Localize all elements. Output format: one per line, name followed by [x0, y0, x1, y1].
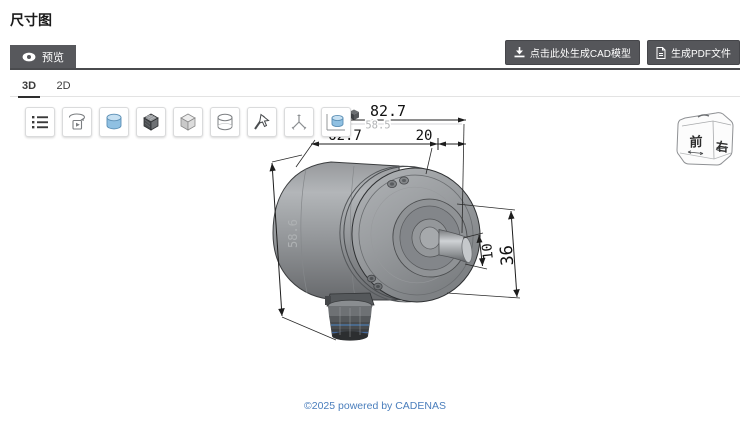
measure-pointer-icon	[251, 111, 273, 133]
turntable-animation-button[interactable]	[62, 107, 92, 137]
footer-credit-link[interactable]: ©2025 powered by CADENAS	[304, 400, 446, 412]
shaded-edges-cube-icon	[140, 111, 162, 133]
list-view-button[interactable]	[25, 107, 55, 137]
axes-button[interactable]	[284, 107, 314, 137]
list-icon	[30, 112, 50, 132]
connector-plug	[325, 293, 374, 341]
dim-shaft-length-value: 20	[416, 128, 433, 144]
generate-cad-button[interactable]: 点击此处生成CAD模型	[505, 40, 640, 65]
generate-pdf-button[interactable]: 生成PDF文件	[647, 40, 740, 65]
header-buttons: 点击此处生成CAD模型 生成PDF文件	[505, 40, 740, 65]
page-title: 尺寸图	[10, 10, 52, 30]
dim-shaft-diameter-value: 10	[479, 242, 497, 260]
view-cube[interactable]: 前 右	[672, 106, 738, 172]
solid-view-button[interactable]	[173, 107, 203, 137]
view-cube-graphic: 前 右	[672, 106, 738, 172]
generate-cad-label: 点击此处生成CAD模型	[530, 45, 631, 60]
generate-pdf-label: 生成PDF文件	[671, 45, 731, 60]
axes-icon	[288, 111, 310, 133]
cad-preview-page: 尺寸图 预览 点击此处生成CAD模型	[0, 0, 750, 436]
solid-cube-icon	[177, 111, 199, 133]
turntable-play-icon	[66, 111, 88, 133]
dim-total-length-value: 82.7	[370, 102, 406, 120]
view-cube-front-label: 前	[690, 134, 703, 150]
shaded-edges-view-button[interactable]	[136, 107, 166, 137]
shaded-cylinder-icon	[103, 111, 125, 133]
measure-button[interactable]	[247, 107, 277, 137]
footer: ©2025 powered by CADENAS	[0, 396, 750, 414]
body-diameter-label: 58.6	[286, 219, 300, 248]
eye-icon	[22, 52, 36, 62]
dimension-tabs: 3D 2D	[10, 76, 740, 97]
tab-3d[interactable]: 3D	[18, 78, 40, 98]
dimensions-view-button[interactable]	[321, 107, 351, 137]
dim-secondary-value: 58.5	[365, 120, 390, 132]
wireframe-cylinder-icon	[214, 111, 236, 133]
preview-tab-label: 预览	[42, 49, 64, 65]
viewer-canvas[interactable]: 58.6	[0, 98, 750, 400]
encoder-model-drawing: 58.6	[0, 98, 750, 400]
header-tabstrip: 预览 点击此处生成CAD模型 生成PDF文件	[10, 47, 740, 70]
dimension-cylinder-icon	[324, 110, 348, 134]
tab-2d[interactable]: 2D	[53, 78, 75, 96]
dim-flange-height-value: 36	[497, 244, 518, 266]
shaded-view-button[interactable]	[99, 107, 129, 137]
preview-tab[interactable]: 预览	[10, 45, 76, 68]
wireframe-view-button[interactable]	[210, 107, 240, 137]
pdf-file-icon	[656, 47, 666, 59]
download-icon	[514, 47, 525, 58]
viewer-toolbar	[25, 107, 351, 137]
